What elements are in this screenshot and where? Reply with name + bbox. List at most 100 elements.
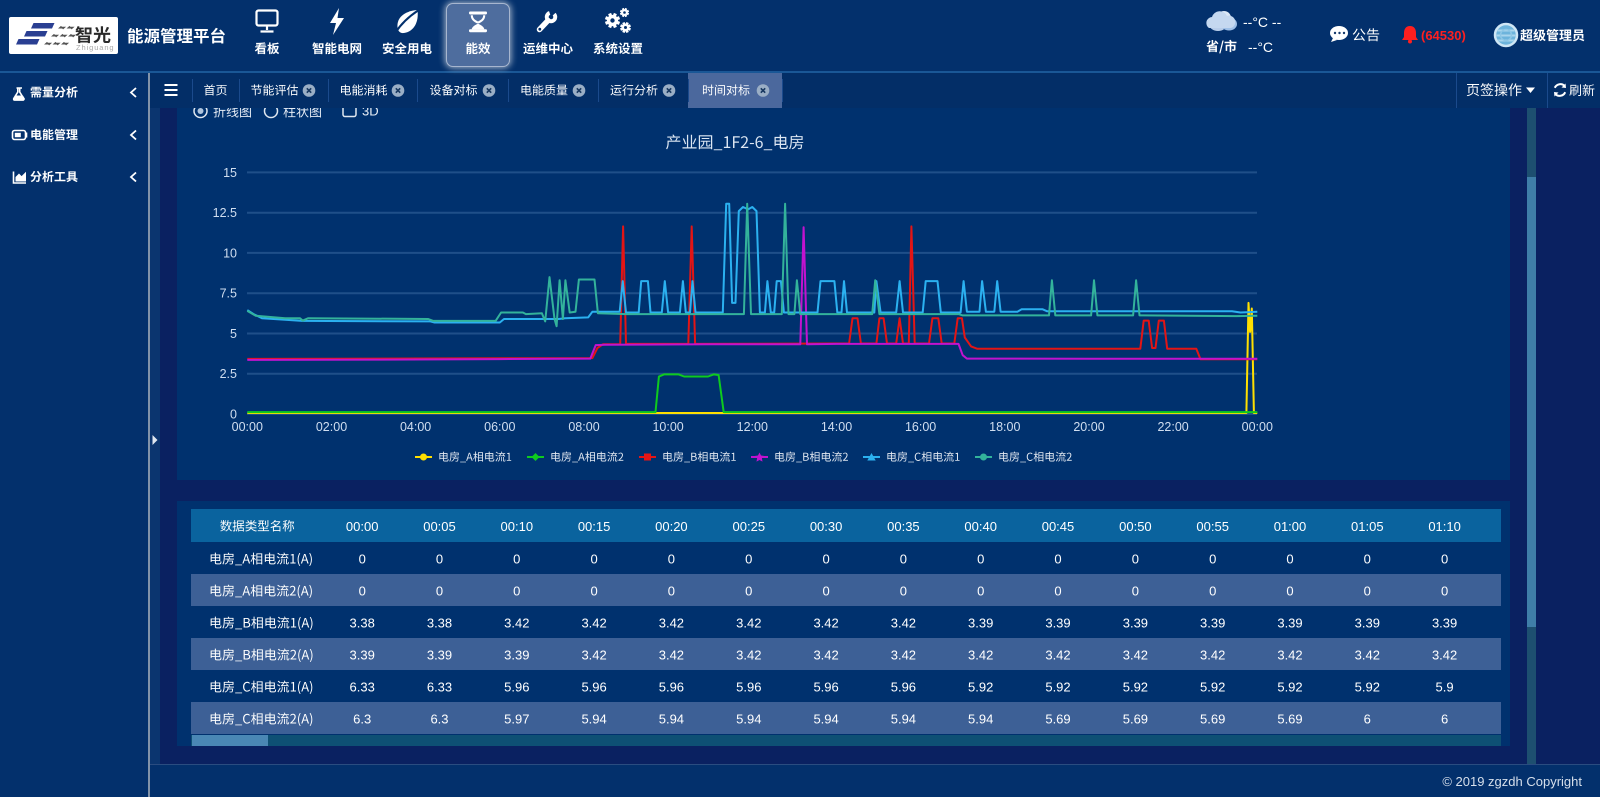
svg-text:3.39: 3.39 (1200, 616, 1225, 631)
svg-text:0: 0 (900, 552, 907, 567)
svg-text:5.94: 5.94 (736, 712, 761, 727)
svg-text:00:00: 00:00 (346, 519, 379, 534)
svg-text:5.94: 5.94 (659, 712, 684, 727)
svg-text:6.3: 6.3 (353, 712, 371, 727)
svg-text:6: 6 (1441, 712, 1448, 727)
svg-text:0: 0 (1286, 584, 1293, 599)
svg-text:0: 0 (1132, 584, 1139, 599)
svg-text:5.92: 5.92 (1045, 680, 1070, 695)
svg-text:3.39: 3.39 (1045, 616, 1070, 631)
svg-text:0: 0 (1209, 552, 1216, 567)
svg-text:0: 0 (977, 552, 984, 567)
svg-text:3.39: 3.39 (1277, 616, 1302, 631)
svg-text:3.42: 3.42 (659, 616, 684, 631)
svg-text:5.96: 5.96 (736, 680, 761, 695)
svg-text:(64530): (64530) (1421, 28, 1466, 43)
svg-text:0: 0 (1054, 552, 1061, 567)
svg-text:0: 0 (436, 552, 443, 567)
svg-text:0: 0 (1054, 584, 1061, 599)
svg-text:0: 0 (359, 584, 366, 599)
svg-text:00:10: 00:10 (501, 519, 534, 534)
svg-text:3.39: 3.39 (1123, 616, 1148, 631)
svg-text:0: 0 (513, 584, 520, 599)
svg-text:3.39: 3.39 (350, 648, 375, 663)
svg-text:3.42: 3.42 (736, 616, 761, 631)
svg-text:3.39: 3.39 (1432, 616, 1457, 631)
svg-text:0: 0 (1441, 584, 1448, 599)
svg-text:3.42: 3.42 (1355, 648, 1380, 663)
svg-text:5.69: 5.69 (1277, 712, 1302, 727)
svg-text:3.42: 3.42 (1277, 648, 1302, 663)
svg-text:0: 0 (513, 552, 520, 567)
svg-text:00:25: 00:25 (733, 519, 766, 534)
svg-text:0: 0 (668, 584, 675, 599)
svg-text:0: 0 (1441, 552, 1448, 567)
svg-text:0: 0 (668, 552, 675, 567)
svg-text:0: 0 (822, 552, 829, 567)
svg-text:3.42: 3.42 (891, 648, 916, 663)
svg-text:3.42: 3.42 (891, 616, 916, 631)
svg-text:00:20: 00:20 (655, 519, 688, 534)
svg-text:5.96: 5.96 (891, 680, 916, 695)
svg-text:5.97: 5.97 (504, 712, 529, 727)
svg-text:5.94: 5.94 (581, 712, 606, 727)
svg-text:--°C --: --°C -- (1243, 14, 1282, 30)
svg-text:5.92: 5.92 (1123, 680, 1148, 695)
svg-text:3.39: 3.39 (968, 616, 993, 631)
svg-text:3.42: 3.42 (504, 616, 529, 631)
svg-text:3.42: 3.42 (1432, 648, 1457, 663)
svg-text:00:15: 00:15 (578, 519, 611, 534)
svg-text:5.69: 5.69 (1045, 712, 1070, 727)
svg-text:01:00: 01:00 (1274, 519, 1307, 534)
svg-text:00:55: 00:55 (1196, 519, 1229, 534)
svg-text:0: 0 (745, 584, 752, 599)
svg-text:3.42: 3.42 (736, 648, 761, 663)
svg-text:5.94: 5.94 (891, 712, 916, 727)
svg-text:6.33: 6.33 (427, 680, 452, 695)
svg-text:3.42: 3.42 (1123, 648, 1148, 663)
svg-text:0: 0 (590, 584, 597, 599)
svg-text:0: 0 (359, 552, 366, 567)
svg-text:6.3: 6.3 (430, 712, 448, 727)
svg-text:5.96: 5.96 (659, 680, 684, 695)
svg-text:00:50: 00:50 (1119, 519, 1152, 534)
svg-text:0: 0 (900, 584, 907, 599)
svg-text:3.42: 3.42 (581, 616, 606, 631)
svg-text:5.94: 5.94 (968, 712, 993, 727)
svg-text:0: 0 (1286, 552, 1293, 567)
svg-text:3.42: 3.42 (1045, 648, 1070, 663)
svg-text:5.92: 5.92 (1200, 680, 1225, 695)
svg-text:© 2019 zgzdh Copyright: © 2019 zgzdh Copyright (1442, 774, 1582, 789)
svg-text:3.38: 3.38 (427, 616, 452, 631)
svg-text:5.96: 5.96 (504, 680, 529, 695)
svg-text:00:40: 00:40 (964, 519, 997, 534)
svg-text:0: 0 (590, 552, 597, 567)
svg-text:5.69: 5.69 (1200, 712, 1225, 727)
svg-text:0: 0 (745, 552, 752, 567)
svg-text:00:30: 00:30 (810, 519, 843, 534)
svg-text:0: 0 (1364, 552, 1371, 567)
svg-text:6: 6 (1364, 712, 1371, 727)
svg-text:3.42: 3.42 (813, 648, 838, 663)
svg-text:00:45: 00:45 (1042, 519, 1075, 534)
svg-text:3.38: 3.38 (350, 616, 375, 631)
svg-text:--°C: --°C (1248, 39, 1273, 55)
svg-text:3.39: 3.39 (504, 648, 529, 663)
svg-text:5.94: 5.94 (813, 712, 838, 727)
svg-text:5.96: 5.96 (581, 680, 606, 695)
svg-text:3.42: 3.42 (1200, 648, 1225, 663)
svg-text:01:05: 01:05 (1351, 519, 1384, 534)
svg-text:0: 0 (1364, 584, 1371, 599)
svg-text:5.92: 5.92 (1355, 680, 1380, 695)
svg-text:5.92: 5.92 (968, 680, 993, 695)
svg-text:5.96: 5.96 (813, 680, 838, 695)
svg-text:3.42: 3.42 (813, 616, 838, 631)
svg-text:5.69: 5.69 (1123, 712, 1148, 727)
svg-text:0: 0 (436, 584, 443, 599)
svg-text:3.42: 3.42 (659, 648, 684, 663)
svg-text:01:10: 01:10 (1428, 519, 1461, 534)
svg-text:6.33: 6.33 (350, 680, 375, 695)
svg-text:5.92: 5.92 (1277, 680, 1302, 695)
svg-text:0: 0 (822, 584, 829, 599)
svg-text:0: 0 (1209, 584, 1216, 599)
